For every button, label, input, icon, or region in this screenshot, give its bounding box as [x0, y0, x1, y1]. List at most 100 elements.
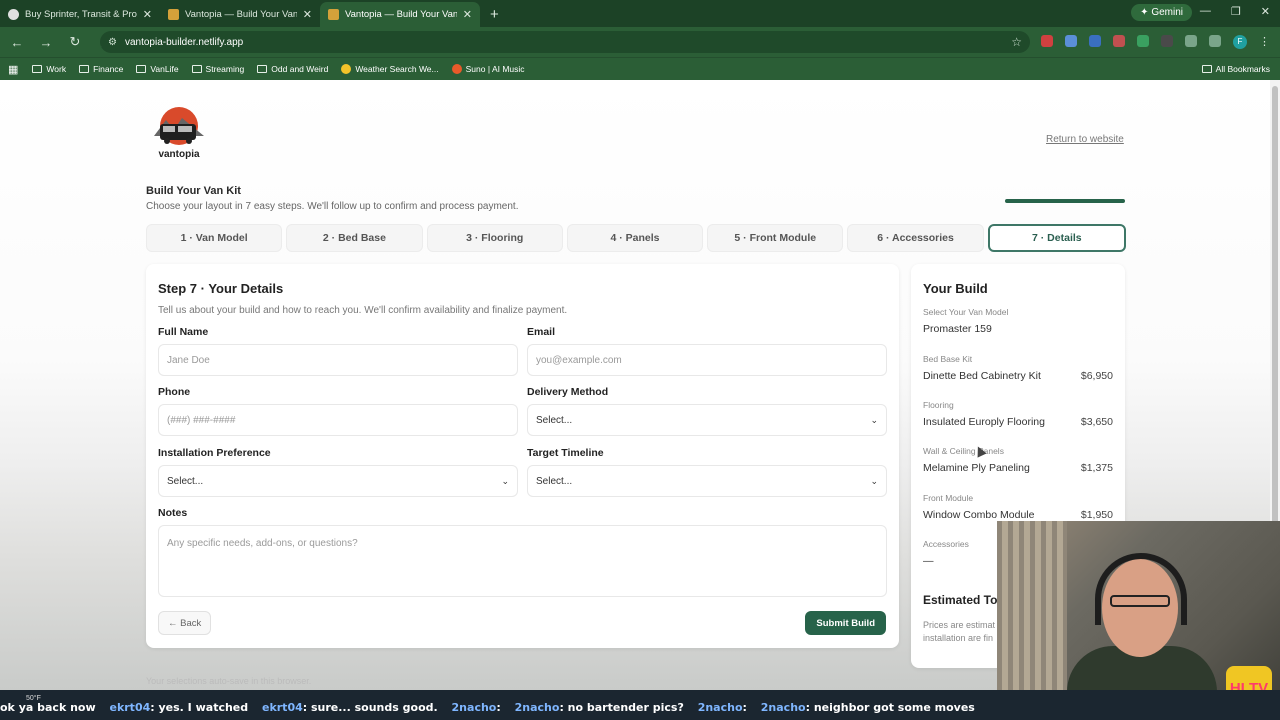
autosave-note: Your selections auto-save in this browse… [146, 676, 312, 686]
ticker-message: : sure... sounds good. [302, 701, 438, 714]
select-value: Select... [536, 414, 573, 426]
bookmark-weather[interactable]: Weather Search We... [341, 64, 439, 74]
url-bar[interactable]: ⚙ vantopia-builder.netlify.app ☆ [100, 31, 1030, 53]
summary-item-label: Front Module [923, 493, 974, 503]
submit-build-button[interactable]: Submit Build [805, 611, 886, 635]
form-heading: Step 7 · Your Details [158, 281, 284, 296]
vantopia-logo[interactable]: vantopia [148, 104, 210, 160]
browser-tab[interactable]: Vantopia — Build Your Van Kit ✕ [160, 2, 320, 27]
phone-input[interactable]: (###) ###-#### [158, 404, 518, 436]
summary-item: Bed Base Kit Dinette Bed Cabinetry Kit $6… [923, 354, 1113, 382]
summary-item-name: Dinette Bed Cabinetry Kit [923, 370, 1041, 382]
site-settings-icon[interactable]: ⚙ [108, 37, 117, 48]
step-front-module[interactable]: 5 · Front Module [707, 224, 844, 252]
delivery-method-select[interactable]: Select... ⌄ [527, 404, 887, 436]
gemini-button[interactable]: ✦ Gemini [1131, 4, 1192, 21]
notes-textarea[interactable]: Any specific needs, add-ons, or question… [158, 525, 887, 597]
all-bookmarks-label: All Bookmarks [1215, 64, 1270, 74]
chevron-down-icon: ⌄ [870, 475, 878, 486]
step-details[interactable]: 7 · Details [987, 224, 1126, 252]
van-logo-icon [154, 107, 204, 145]
summary-item-price: $3,650 [1080, 416, 1113, 428]
extension-icon[interactable] [1065, 35, 1077, 47]
bookmark-work[interactable]: Work [32, 64, 66, 74]
delivery-method-label: Delivery Method [527, 386, 609, 398]
reload-icon[interactable]: ↻ [68, 34, 82, 50]
all-bookmarks[interactable]: All Bookmarks [1201, 64, 1270, 74]
tab-title: Vantopia — Build Your Van Kit [345, 9, 457, 20]
summary-item-label: Select Your Van Model [923, 307, 1009, 317]
close-window-icon[interactable]: ✕ [1261, 5, 1270, 18]
summary-item-name: — [923, 555, 934, 567]
back-arrow-icon[interactable]: ← [10, 35, 24, 50]
summary-item: Front Module Window Combo Module $1,950 [923, 493, 1113, 521]
summary-item: Flooring Insulated Europly Flooring $3,65… [923, 400, 1113, 428]
bookmark-label: VanLife [150, 64, 179, 74]
folder-icon [32, 65, 43, 73]
ticker-username: 2nacho [760, 701, 806, 714]
full-name-input[interactable]: Jane Doe [158, 344, 518, 376]
email-input[interactable]: you@example.com [527, 344, 887, 376]
estimated-total-label: Estimated To [923, 593, 998, 607]
extension-icon[interactable] [1113, 35, 1125, 47]
extensions-area: F ⋮ [1041, 35, 1270, 49]
sidebar-icon[interactable] [1209, 35, 1221, 47]
step-van-model[interactable]: 1 · Van Model [146, 224, 283, 252]
tab-favicon-icon [8, 9, 19, 20]
progress-bar [1005, 199, 1125, 203]
shield-icon[interactable] [1137, 35, 1149, 47]
suno-icon [451, 64, 462, 74]
bookmark-vanlife[interactable]: VanLife [136, 64, 179, 74]
summary-item: Select Your Van Model Promaster 159 [923, 307, 1113, 335]
return-to-website-link[interactable]: Return to website [1046, 134, 1124, 145]
step-panels[interactable]: 4 · Panels [566, 224, 704, 252]
profile-avatar[interactable]: F [1233, 35, 1247, 49]
bookmarks-bar: ▦ Work Finance VanLife Streaming Odd and… [0, 57, 1280, 80]
browser-tab[interactable]: Buy Sprinter, Transit & Promast ✕ [0, 2, 160, 27]
restore-icon[interactable]: ❐ [1231, 5, 1241, 18]
close-tab-icon[interactable]: ✕ [303, 8, 312, 21]
logo-wordmark: vantopia [158, 149, 200, 160]
apps-grid-icon[interactable]: ▦ [8, 63, 18, 76]
close-tab-icon[interactable]: ✕ [463, 8, 472, 21]
back-button[interactable]: ← Back [158, 611, 212, 635]
summary-item-name: Window Combo Module [923, 509, 1035, 521]
weather-icon [341, 64, 352, 74]
puzzle-icon[interactable] [1185, 35, 1197, 47]
bookmark-star-icon[interactable]: ☆ [1011, 35, 1022, 49]
extension-icon[interactable] [1089, 35, 1101, 47]
step-flooring[interactable]: 3 · Flooring [426, 224, 563, 252]
extension-icon[interactable] [1161, 35, 1173, 47]
folder-icon [79, 65, 90, 73]
ticker-username: 2nacho [514, 701, 560, 714]
target-timeline-select[interactable]: Select... ⌄ [527, 465, 887, 497]
bookmark-label: Finance [93, 64, 124, 74]
bookmark-label: Work [46, 64, 67, 74]
step-bed-base[interactable]: 2 · Bed Base [286, 224, 423, 252]
bookmark-label: Streaming [205, 64, 245, 74]
bookmark-suno[interactable]: Suno | AI Music [451, 64, 525, 74]
browser-tab-active[interactable]: Vantopia — Build Your Van Kit ✕ [320, 2, 480, 27]
target-timeline-label: Target Timeline [527, 447, 604, 459]
select-value: Select... [167, 475, 204, 487]
bookmark-label: Suno | AI Music [465, 64, 525, 74]
folder-icon [136, 65, 147, 73]
address-toolbar: ← → ↻ ⌂ ⚙ vantopia-builder.netlify.app ☆… [0, 27, 1280, 57]
ticker-message: : [496, 701, 501, 714]
extension-icon[interactable] [1041, 35, 1053, 47]
menu-kebab-icon[interactable]: ⋮ [1259, 35, 1270, 49]
close-tab-icon[interactable]: ✕ [143, 8, 152, 21]
bookmark-finance[interactable]: Finance [79, 64, 123, 74]
new-tab-icon[interactable]: + [490, 6, 499, 23]
step-accessories[interactable]: 6 · Accessories [847, 224, 984, 252]
form-intro: Tell us about your build and how to reac… [158, 305, 568, 316]
minimize-icon[interactable]: — [1200, 5, 1211, 18]
installation-preference-select[interactable]: Select... ⌄ [158, 465, 518, 497]
summary-item: Wall & Ceiling Panels Melamine Ply Panel… [923, 446, 1113, 474]
folder-icon [191, 65, 202, 73]
forward-arrow-icon[interactable]: → [39, 35, 53, 50]
bookmark-odd-and-weird[interactable]: Odd and Weird [257, 64, 328, 74]
bookmark-streaming[interactable]: Streaming [191, 64, 245, 74]
ticker-message: : [742, 701, 747, 714]
ticker-username: ekrt04 [109, 701, 151, 714]
